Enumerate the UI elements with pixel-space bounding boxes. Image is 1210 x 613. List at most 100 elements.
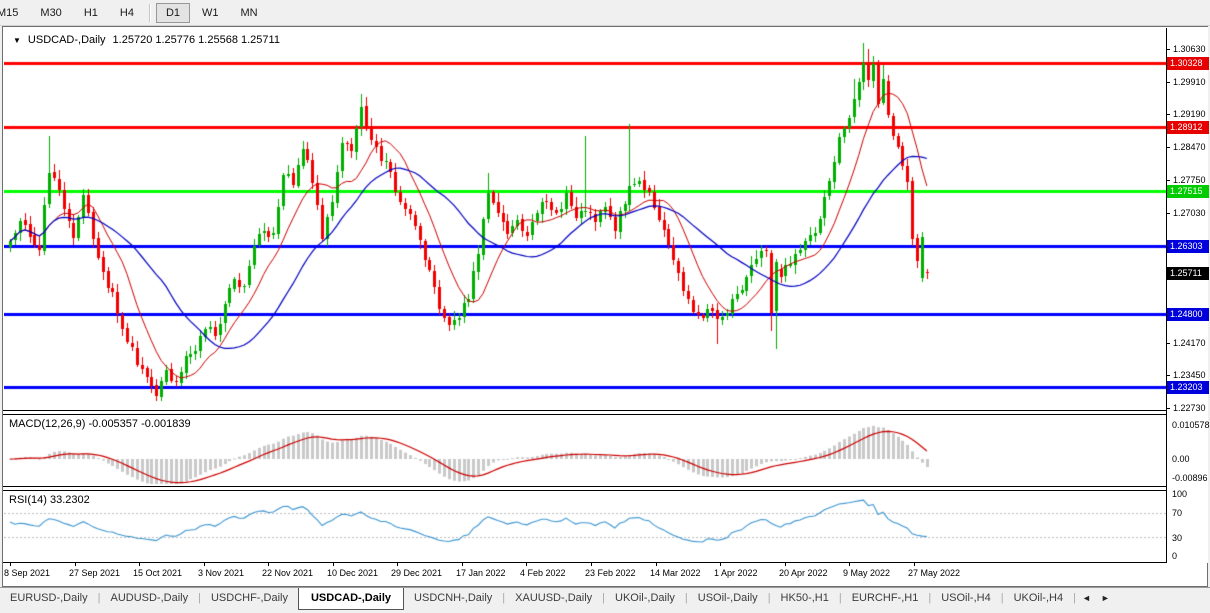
price-tick-label: 1.30630 <box>1173 44 1206 54</box>
price-tick-mark <box>1167 49 1170 50</box>
date-tick-label: 4 Feb 2022 <box>520 568 566 578</box>
rsi-axis-label: 100 <box>1172 489 1187 499</box>
level-price-tag: 1.26303 <box>1167 240 1209 253</box>
level-price-tag: 1.30328 <box>1167 57 1209 70</box>
tab-scroll-arrows: ◄► <box>1082 588 1110 603</box>
macd-pane-label: MACD(12,26,9) -0.005357 -0.001839 <box>9 418 191 430</box>
chart-tab-ukoilh4[interactable]: UKOil-,H4 <box>1004 588 1074 608</box>
rsi-value: 33.2302 <box>50 494 90 506</box>
toolbar-separator <box>149 4 151 22</box>
date-tick-label: 27 May 2022 <box>908 568 960 578</box>
date-axis[interactable]: 8 Sep 202127 Sep 202115 Oct 20213 Nov 20… <box>3 563 1207 586</box>
date-tick-label: 1 Apr 2022 <box>714 568 758 578</box>
date-tick-mark <box>333 563 334 566</box>
chart-tab-bar: EURUSD-,Daily|AUDUSD-,Daily|USDCHF-,Dail… <box>0 587 1210 613</box>
macd-axis-label: 0.010578 <box>1172 420 1210 430</box>
rsi-axis-label: 70 <box>1172 508 1182 518</box>
date-tick-mark <box>139 563 140 566</box>
timeframe-button-m15[interactable]: M15 <box>0 3 28 23</box>
timeframe-button-h4[interactable]: H4 <box>110 3 144 23</box>
rsi-indicator-canvas[interactable] <box>4 491 1166 562</box>
date-tick-label: 15 Oct 2021 <box>133 568 182 578</box>
timeframe-button-h1[interactable]: H1 <box>74 3 108 23</box>
rsi-label: RSI(14) <box>9 494 47 506</box>
main-price-chart-canvas[interactable] <box>4 28 1166 410</box>
price-tick-mark <box>1167 82 1170 83</box>
chevron-down-icon[interactable]: ▼ <box>13 36 21 45</box>
date-tick-mark <box>785 563 786 566</box>
chart-tab-eurchfh1[interactable]: EURCHF-,H1 <box>842 588 929 608</box>
price-tick-label: 1.24170 <box>1173 338 1206 348</box>
chart-window: ▼ USDCAD-,Daily 1.25720 1.25776 1.25568 … <box>2 26 1208 587</box>
chart-tab-hk50h1[interactable]: HK50-,H1 <box>771 588 839 608</box>
chart-tab-usdchfdaily[interactable]: USDCHF-,Daily <box>201 588 298 608</box>
chart-tab-usdcnhdaily[interactable]: USDCNH-,Daily <box>404 588 502 608</box>
date-tick-label: 17 Jan 2022 <box>456 568 506 578</box>
tab-scroll-left-icon[interactable]: ◄ <box>1082 593 1091 603</box>
level-price-tag: 1.28912 <box>1167 121 1209 134</box>
level-price-tag: 1.23203 <box>1167 381 1209 394</box>
symbol-ohlc-values: 1.25720 1.25776 1.25568 1.25711 <box>113 34 280 46</box>
price-tick-mark <box>1167 375 1170 376</box>
chart-tab-usoilh4[interactable]: USOil-,H4 <box>931 588 1001 608</box>
date-tick-label: 27 Sep 2021 <box>69 568 120 578</box>
price-tick-label: 1.29190 <box>1173 109 1206 119</box>
timeframe-button-d1[interactable]: D1 <box>156 3 190 23</box>
date-tick-label: 20 Apr 2022 <box>779 568 828 578</box>
chart-tab-usdcaddaily[interactable]: USDCAD-,Daily <box>298 588 404 610</box>
date-tick-mark <box>268 563 269 566</box>
macd-label: MACD(12,26,9) <box>9 418 85 430</box>
rsi-axis-label: 30 <box>1172 533 1182 543</box>
date-tick-label: 23 Feb 2022 <box>585 568 636 578</box>
price-tick-label: 1.23450 <box>1173 370 1206 380</box>
timeframe-button-m30[interactable]: M30 <box>30 3 71 23</box>
date-tick-mark <box>462 563 463 566</box>
tab-separator: | <box>1073 588 1076 604</box>
timeframe-button-mn[interactable]: MN <box>231 3 268 23</box>
date-tick-label: 29 Dec 2021 <box>391 568 442 578</box>
macd-axis-label: 0.00 <box>1172 454 1190 464</box>
date-tick-mark <box>75 563 76 566</box>
date-tick-label: 10 Dec 2021 <box>327 568 378 578</box>
date-tick-mark <box>526 563 527 566</box>
price-tick-label: 1.27030 <box>1173 208 1206 218</box>
price-tick-mark <box>1167 114 1170 115</box>
rsi-axis-label: 0 <box>1172 551 1177 561</box>
date-tick-mark <box>914 563 915 566</box>
macd-axis-label: -0.00896 <box>1172 473 1208 483</box>
date-tick-mark <box>720 563 721 566</box>
price-tick-mark <box>1167 180 1170 181</box>
chart-tab-usoildaily[interactable]: USOil-,Daily <box>688 588 768 608</box>
chart-tab-xauusddaily[interactable]: XAUUSD-,Daily <box>505 588 602 608</box>
date-tick-mark <box>204 563 205 566</box>
current-price-tag: 1.25711 <box>1167 267 1209 280</box>
price-tick-label: 1.22730 <box>1173 403 1206 413</box>
date-tick-label: 9 May 2022 <box>843 568 890 578</box>
chart-tab-audusddaily[interactable]: AUDUSD-,Daily <box>100 588 198 608</box>
date-tick-mark <box>591 563 592 566</box>
level-price-tag: 1.27515 <box>1167 185 1209 198</box>
price-tick-label: 1.27750 <box>1173 175 1206 185</box>
price-tick-mark <box>1167 343 1170 344</box>
date-tick-mark <box>10 563 11 566</box>
date-tick-mark <box>656 563 657 566</box>
chart-symbol-header: ▼ USDCAD-,Daily 1.25720 1.25776 1.25568 … <box>13 34 280 46</box>
price-axis[interactable]: 1.30630 1.29910 1.29190 1.28470 1.27750 1.270… <box>1167 27 1208 563</box>
mt4-application: M15M30H1H4 D1W1MN ▼ USDCAD-,Daily 1.25720… <box>0 0 1210 613</box>
rsi-pane-label: RSI(14) 33.2302 <box>9 494 90 506</box>
price-tick-label: 1.28470 <box>1173 142 1206 152</box>
price-tick-label: 1.29910 <box>1173 77 1206 87</box>
symbol-title: USDCAD-,Daily <box>28 34 106 46</box>
price-tick-mark <box>1167 213 1170 214</box>
macd-values: -0.005357 -0.001839 <box>88 418 190 430</box>
timeframe-button-w1[interactable]: W1 <box>192 3 229 23</box>
date-tick-mark <box>397 563 398 566</box>
chart-tab-eurusddaily[interactable]: EURUSD-,Daily <box>0 588 98 608</box>
timeframe-toolbar: M15M30H1H4 D1W1MN <box>0 0 1210 26</box>
chart-tab-ukoildaily[interactable]: UKOil-,Daily <box>605 588 685 608</box>
price-tick-mark <box>1167 408 1170 409</box>
date-tick-label: 14 Mar 2022 <box>650 568 701 578</box>
date-tick-mark <box>849 563 850 566</box>
tab-scroll-right-icon[interactable]: ► <box>1101 593 1110 603</box>
date-tick-label: 3 Nov 2021 <box>198 568 244 578</box>
